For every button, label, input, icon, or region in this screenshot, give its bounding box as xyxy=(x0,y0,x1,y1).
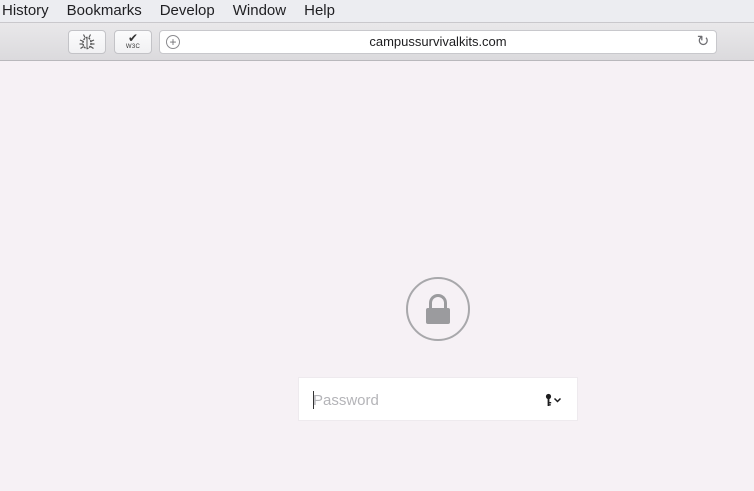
url-text[interactable]: campussurvivalkits.com xyxy=(160,31,716,53)
menu-history[interactable]: History xyxy=(2,0,49,22)
password-field-container[interactable] xyxy=(298,377,578,421)
address-bar[interactable]: + campussurvivalkits.com ↻ xyxy=(159,30,717,54)
w3c-validator-button[interactable]: ✔ W3C xyxy=(114,30,152,54)
menu-window[interactable]: Window xyxy=(233,0,286,22)
lock-icon xyxy=(406,277,470,341)
menu-bar: History Bookmarks Develop Window Help xyxy=(0,0,754,22)
web-inspector-button[interactable] xyxy=(68,30,106,54)
key-icon[interactable] xyxy=(543,391,565,409)
page-content xyxy=(0,62,754,491)
password-input[interactable] xyxy=(313,388,533,412)
lock-body xyxy=(426,308,450,324)
menu-develop[interactable]: Develop xyxy=(160,0,215,22)
key-chevron-graphic xyxy=(545,393,562,406)
reload-icon[interactable]: ↻ xyxy=(695,33,711,51)
bug-icon xyxy=(79,34,95,50)
w3c-label: W3C xyxy=(125,44,141,50)
browser-toolbar: ✔ W3C + campussurvivalkits.com ↻ xyxy=(0,22,754,61)
menu-help[interactable]: Help xyxy=(304,0,335,22)
menu-bookmarks[interactable]: Bookmarks xyxy=(67,0,142,22)
checkmark-icon: ✔ xyxy=(127,31,139,45)
